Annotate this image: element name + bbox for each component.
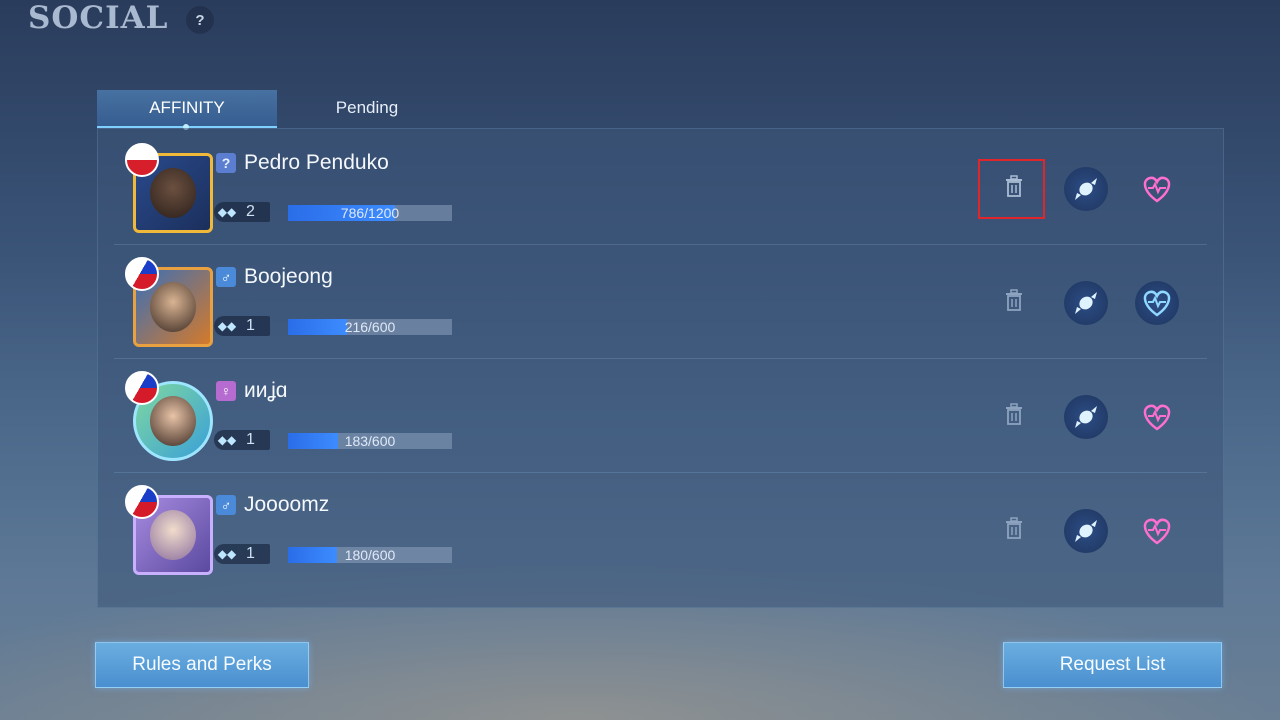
friend-row: ♂ Boojeong ◆◆ 1 216/600 — [98, 245, 1223, 359]
affinity-level: 1 — [246, 317, 255, 334]
affinity-level-badge: ◆◆ 2 — [214, 202, 270, 222]
progress-text: 183/600 — [344, 433, 396, 449]
affinity-level-badge: ◆◆ 1 — [214, 316, 270, 336]
gift-candy-button[interactable] — [1064, 281, 1108, 325]
affinity-level-badge: ◆◆ 1 — [214, 430, 270, 450]
candy-icon — [1075, 520, 1097, 542]
heart-icon — [1143, 290, 1171, 317]
male-icon: ♂ — [216, 267, 236, 287]
friend-name: Pedro Penduko — [244, 151, 389, 174]
heart-button[interactable] — [1135, 167, 1179, 211]
affinity-progress-bar: 183/600 — [288, 433, 452, 449]
gift-candy-button[interactable] — [1064, 509, 1108, 553]
friend-row: ♂ Joooomz ◆◆ 1 180/600 — [98, 473, 1223, 587]
heart-button[interactable] — [1135, 281, 1179, 325]
heart-button[interactable] — [1135, 509, 1179, 553]
page-title: SOCIAL — [28, 0, 169, 36]
philippines-flag-icon — [125, 257, 159, 291]
heart-button[interactable] — [1135, 395, 1179, 439]
affinity-progress-bar: 180/600 — [288, 547, 452, 563]
handshake-icon: ◆◆ — [217, 319, 237, 333]
heart-icon — [1143, 518, 1171, 545]
gift-candy-button[interactable] — [1064, 395, 1108, 439]
friend-row: ♀ ᴎᴎʝɑ ◆◆ 1 183/600 — [98, 359, 1223, 473]
progress-text: 216/600 — [344, 319, 396, 335]
rules-and-perks-button[interactable]: Rules and Perks — [95, 642, 309, 688]
friend-name: Joooomz — [244, 493, 330, 516]
male-icon: ♂ — [216, 495, 236, 515]
poland-flag-icon — [125, 143, 159, 177]
handshake-icon: ◆◆ — [217, 433, 237, 447]
tab-affinity[interactable]: AFFINITY — [97, 90, 277, 130]
affinity-list-panel: ? Pedro Penduko ◆◆ 2 786/1200 ♂ Boojeong… — [97, 128, 1224, 608]
request-list-button[interactable]: Request List — [1003, 642, 1222, 688]
trash-icon[interactable] — [1004, 517, 1024, 539]
affinity-level: 1 — [246, 545, 255, 562]
friend-name: Boojeong — [244, 265, 333, 288]
heart-icon — [1143, 176, 1171, 203]
philippines-flag-icon — [125, 485, 159, 519]
affinity-level-badge: ◆◆ 1 — [214, 544, 270, 564]
candy-icon — [1075, 406, 1097, 428]
trash-icon[interactable] — [1004, 289, 1024, 311]
affinity-progress-bar: 216/600 — [288, 319, 452, 335]
left-arrow-icon[interactable]: ‹ — [0, 246, 8, 268]
help-icon[interactable]: ? — [186, 6, 214, 34]
progress-text: 180/600 — [344, 547, 396, 563]
affinity-progress-bar: 786/1200 — [288, 205, 452, 221]
gift-candy-button[interactable] — [1064, 167, 1108, 211]
tab-pending[interactable]: Pending — [277, 90, 457, 126]
philippines-flag-icon — [125, 371, 159, 405]
tab-bar: AFFINITY Pending — [97, 90, 457, 130]
female-icon: ♀ — [216, 381, 236, 401]
affinity-level: 1 — [246, 431, 255, 448]
progress-text: 786/1200 — [340, 205, 400, 221]
trash-icon[interactable] — [1004, 175, 1024, 197]
trash-icon[interactable] — [1004, 403, 1024, 425]
candy-icon — [1075, 292, 1097, 314]
handshake-icon: ◆◆ — [217, 547, 237, 561]
friend-row: ? Pedro Penduko ◆◆ 2 786/1200 — [98, 131, 1223, 245]
candy-icon — [1075, 178, 1097, 200]
handshake-icon: ◆◆ — [217, 205, 237, 219]
affinity-level: 2 — [246, 203, 255, 220]
friend-name: ᴎᴎʝɑ — [244, 379, 288, 402]
gender-unknown-icon: ? — [216, 153, 236, 173]
heart-icon — [1143, 404, 1171, 431]
